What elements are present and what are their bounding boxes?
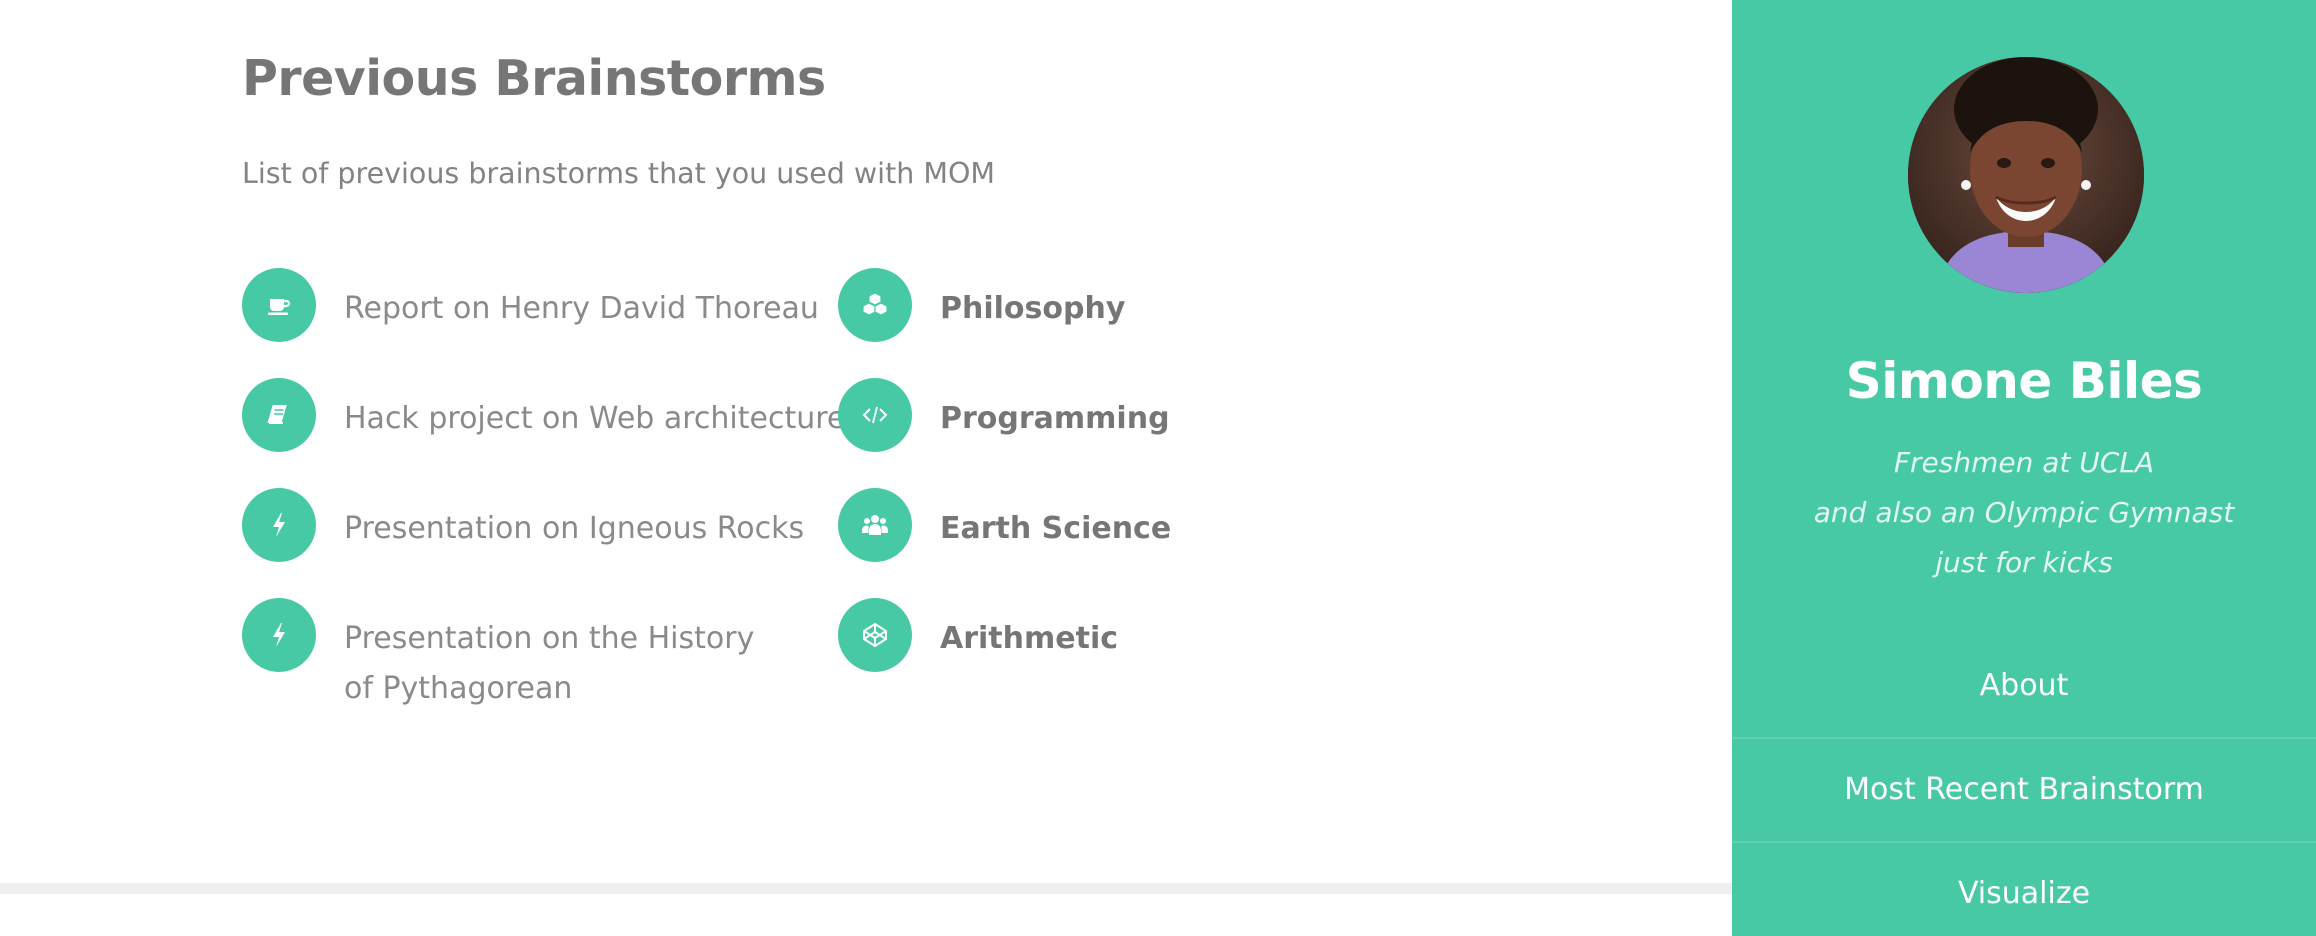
cubes-icon — [838, 268, 912, 342]
profile-sidebar: Simone Biles Freshmen at UCLA and also a… — [1732, 0, 2316, 936]
page-title: Previous Brainstorms — [242, 50, 826, 107]
profile-name: Simone Biles — [1845, 352, 2203, 410]
subject-label: Philosophy — [940, 291, 1126, 326]
coffee-cup-icon — [242, 268, 316, 342]
subject-label: Programming — [940, 401, 1170, 436]
book-icon — [242, 378, 316, 452]
nav-visualize[interactable]: Visualize — [1732, 843, 2316, 936]
sidebar-nav: About Most Recent Brainstorm Visualize — [1732, 647, 2316, 936]
page: Previous Brainstorms List of previous br… — [0, 0, 2316, 936]
group-icon — [838, 488, 912, 562]
subject-label: Arithmetic — [940, 621, 1119, 656]
avatar — [1908, 57, 2144, 293]
brainstorm-label: Presentation on Igneous Rocks — [344, 511, 805, 546]
brainstorm-label: Hack project on Web architecture — [344, 401, 846, 436]
subject-label: Earth Science — [940, 511, 1172, 546]
code-icon — [838, 378, 912, 452]
nav-about[interactable]: About — [1732, 635, 2316, 739]
bio-line-1: Freshmen at UCLA — [1893, 446, 2155, 479]
brainstorm-label: Report on Henry David Thoreau — [344, 291, 819, 326]
main-content: Previous Brainstorms List of previous br… — [0, 0, 1732, 936]
lightning-bolt-icon — [242, 598, 316, 672]
bio-line-2: and also an Olympic Gymnast just for kic… — [1813, 496, 2235, 579]
page-subtitle: List of previous brainstorms that you us… — [242, 157, 996, 190]
section-divider — [0, 883, 1732, 894]
profile-bio: Freshmen at UCLA and also an Olympic Gym… — [1792, 438, 2256, 588]
codepen-icon — [838, 598, 912, 672]
brainstorm-label: Presentation on the History of Pythagore… — [344, 621, 755, 706]
lightning-bolt-icon — [242, 488, 316, 562]
nav-most-recent-brainstorm[interactable]: Most Recent Brainstorm — [1732, 739, 2316, 843]
